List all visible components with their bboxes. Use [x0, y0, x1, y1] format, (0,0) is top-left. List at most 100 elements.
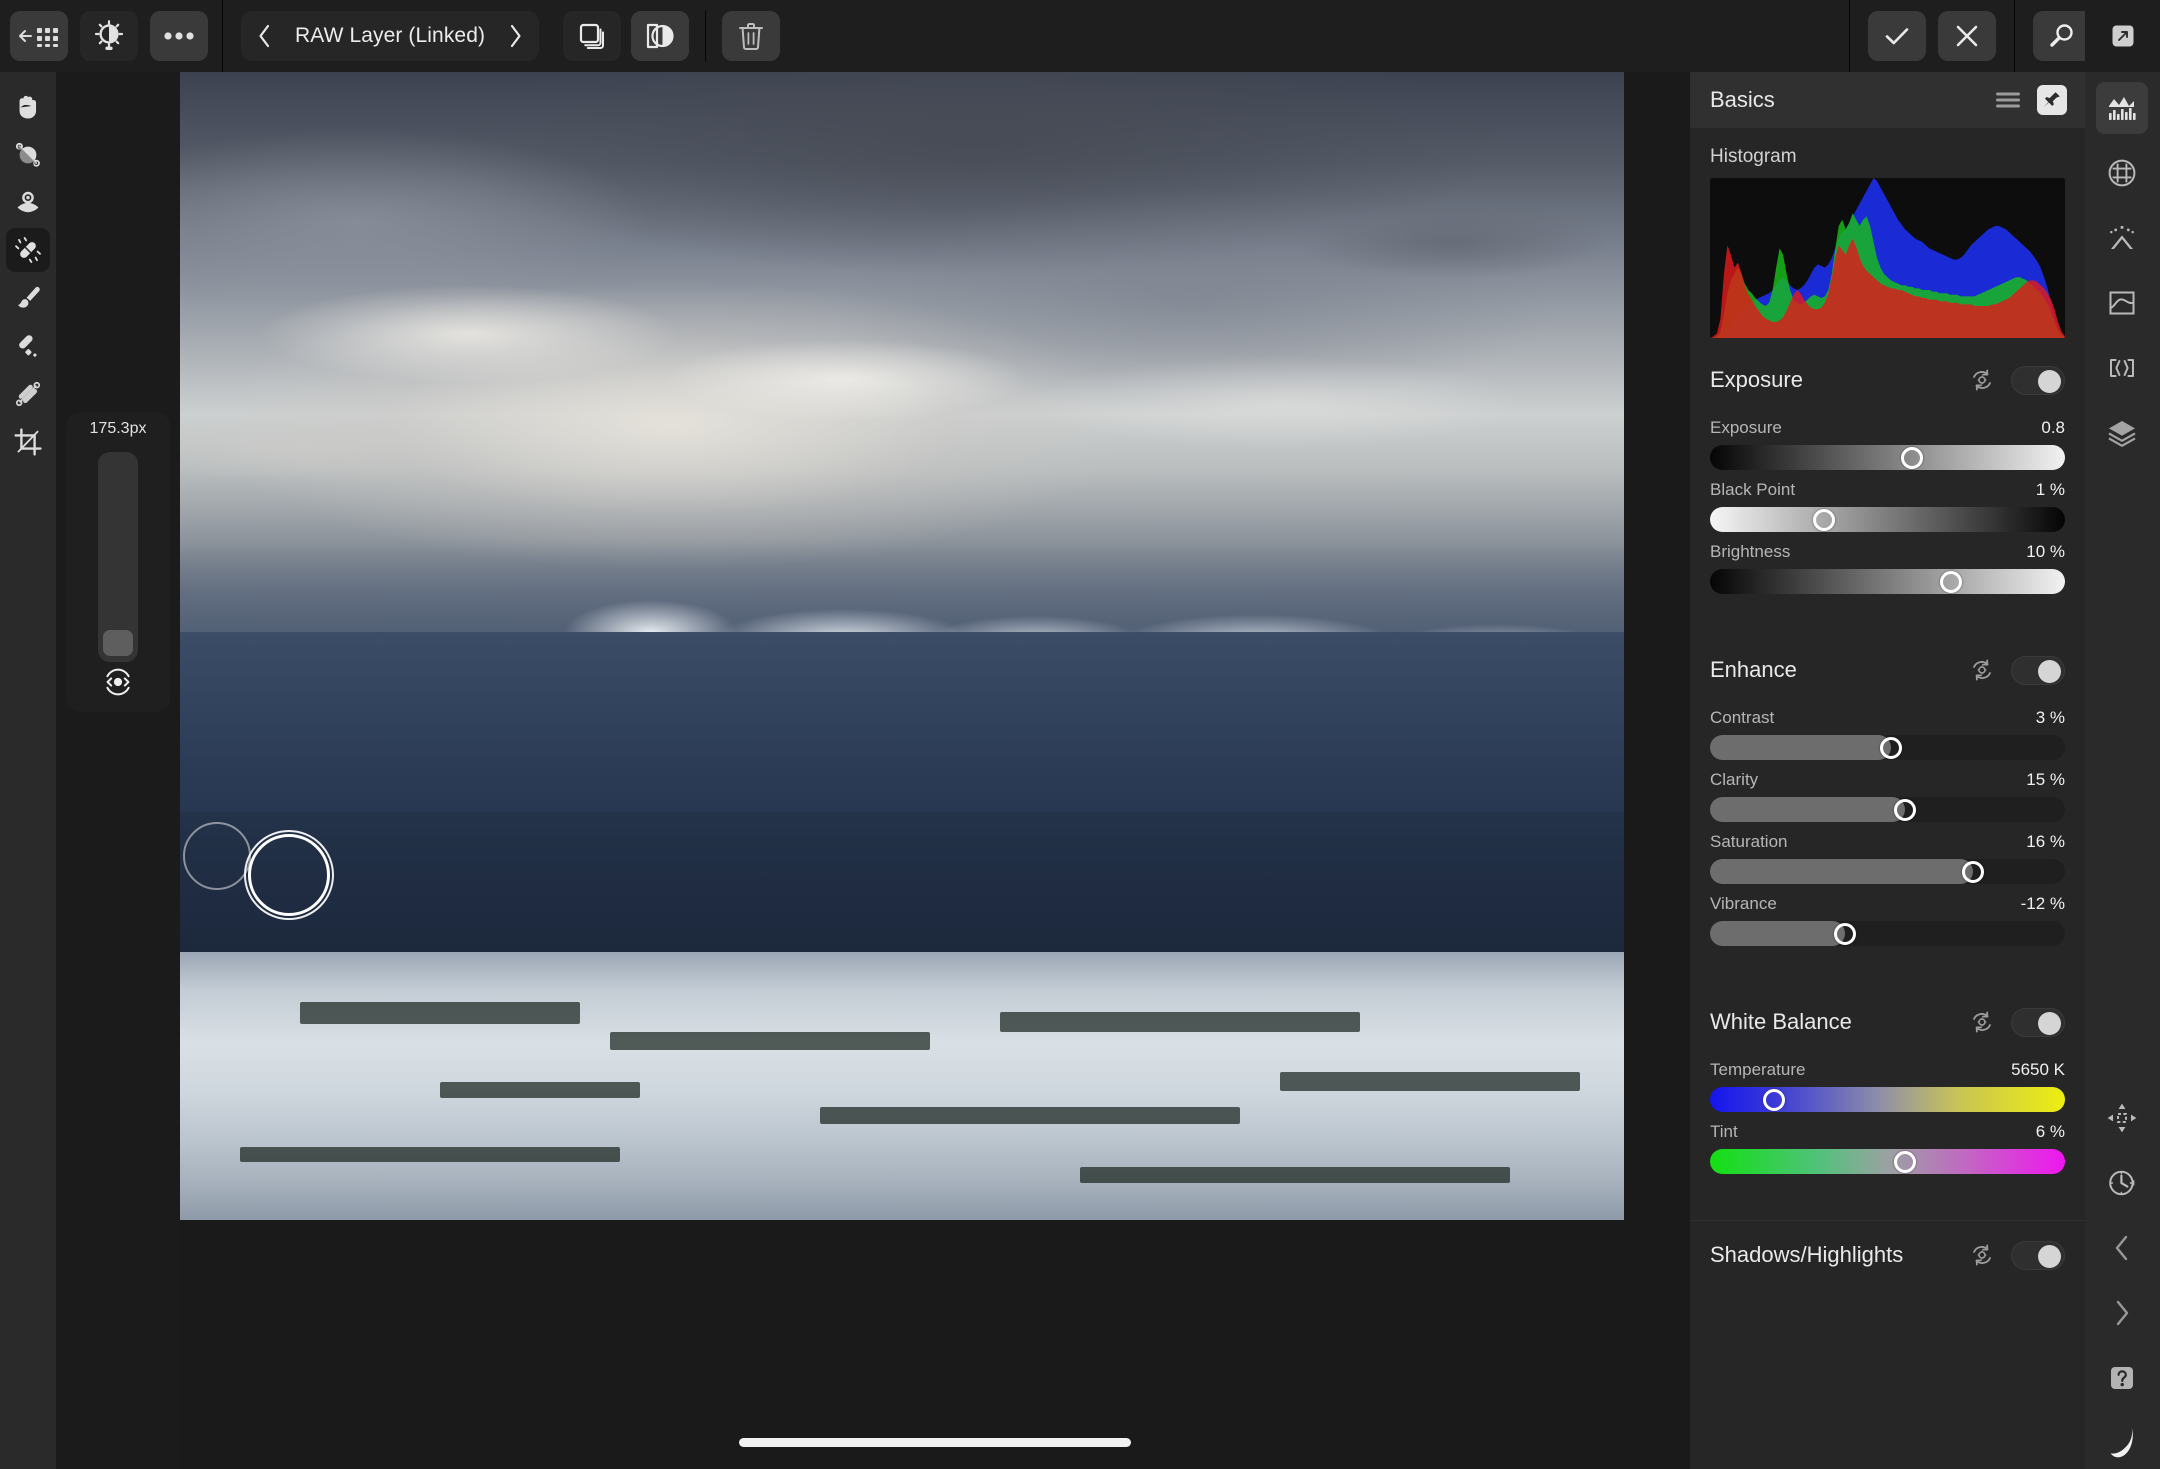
tool-overlay-paint[interactable] [6, 132, 50, 176]
cancel-button[interactable] [1938, 11, 1996, 61]
next-layer-button[interactable] [497, 13, 533, 59]
rail-item-histogram[interactable] [2096, 82, 2148, 134]
photo-image[interactable] [180, 72, 1624, 1220]
toggle-white-balance[interactable] [2011, 1007, 2065, 1037]
rail-item-history[interactable] [2096, 1157, 2148, 1209]
tool-crop[interactable] [6, 420, 50, 464]
tone-curve-icon [2109, 291, 2135, 315]
slider-vibrance-thumb[interactable] [1833, 922, 1856, 945]
slider-exposure-thumb[interactable] [1901, 446, 1924, 469]
rail-item-help[interactable] [2096, 1352, 2148, 1404]
slider-black-point-value: 1 % [2035, 480, 2065, 499]
tool-paint-brush[interactable] [6, 276, 50, 320]
layer-mask-button[interactable] [631, 11, 690, 61]
slider-temperature-label: Temperature [1710, 1060, 1806, 1079]
slider-clarity-label: Clarity [1710, 770, 1759, 789]
slider-temperature-thumb[interactable] [1762, 1088, 1785, 1111]
slider-temperature-track[interactable] [1710, 1087, 2065, 1112]
slider-contrast-value: 3 % [2035, 708, 2065, 727]
question-mark-icon [2111, 1367, 2133, 1389]
slider-saturation-thumb[interactable] [1961, 860, 1984, 883]
overlay-paint-icon [15, 142, 40, 167]
zoom-tool-button[interactable] [2033, 11, 2091, 61]
rail-item-tones[interactable] [2096, 277, 2148, 329]
slider-clarity: Clarity 15 % [1710, 770, 2065, 822]
section-shadows-highlights: Shadows/Highlights [1690, 1220, 2085, 1283]
slider-contrast-track[interactable] [1710, 735, 2065, 760]
slider-contrast-thumb[interactable] [1880, 736, 1903, 759]
chevron-right-icon [510, 24, 521, 48]
topbar-fullscreen-group [2085, 0, 2160, 72]
rail-item-undo[interactable] [2096, 1222, 2148, 1274]
ellipsis-icon [164, 32, 194, 40]
reset-shadows-highlights-button[interactable] [1969, 1242, 1995, 1268]
slider-black-point-track[interactable] [1710, 507, 2065, 532]
panel-menu-button[interactable] [1993, 85, 2023, 115]
toolbar-divider-2 [705, 10, 707, 62]
section-white-balance-title: White Balance [1710, 1009, 1852, 1034]
slider-exposure-value: 0.8 [2041, 418, 2065, 437]
section-exposure-title: Exposure [1710, 367, 1803, 392]
slider-vibrance-track[interactable] [1710, 921, 2065, 946]
rail-item-lens[interactable] [2096, 212, 2148, 264]
more-options-button[interactable] [150, 11, 208, 61]
slider-temperature-value: 5650 K [2011, 1060, 2065, 1079]
delete-layer-button[interactable] [722, 11, 781, 61]
slider-tint-thumb[interactable] [1894, 1150, 1917, 1173]
tool-blemish[interactable] [6, 228, 50, 272]
reset-enhance-button[interactable] [1969, 657, 1995, 683]
fullscreen-button[interactable] [2094, 11, 2152, 61]
tool-smudge[interactable] [6, 372, 50, 416]
apply-button[interactable] [1868, 11, 1926, 61]
slider-saturation-label: Saturation [1710, 832, 1788, 851]
rail-item-metadata[interactable] [2096, 342, 2148, 394]
duplicate-layers-icon [579, 23, 605, 49]
toggle-exposure[interactable] [2011, 365, 2065, 395]
brush-size-slider-handle[interactable] [103, 630, 133, 656]
patch-icon [19, 335, 37, 357]
slider-tint-track[interactable] [1710, 1149, 2065, 1174]
pin-panel-button[interactable] [2037, 85, 2067, 115]
section-shadows-highlights-title: Shadows/Highlights [1710, 1242, 1904, 1267]
tool-red-eye[interactable] [6, 180, 50, 224]
canvas-area[interactable] [180, 72, 1690, 1469]
lens-flare-icon [2110, 226, 2134, 249]
slider-black-point-thumb[interactable] [1812, 508, 1835, 531]
brush-size-panel: 175.3px [56, 72, 180, 1469]
tool-hand[interactable] [6, 84, 50, 128]
slider-clarity-thumb[interactable] [1894, 798, 1917, 821]
rail-item-layers[interactable] [2096, 407, 2148, 459]
toggle-shadows-highlights[interactable] [2011, 1240, 2065, 1270]
slider-saturation-track[interactable] [1710, 859, 2065, 884]
previous-layer-button[interactable] [247, 13, 283, 59]
section-enhance-header: Enhance [1710, 642, 2065, 698]
slider-brightness-value: 10 % [2026, 542, 2065, 561]
hand-icon [19, 95, 37, 119]
brush-size-slider[interactable] [98, 452, 138, 662]
rail-item-overlays[interactable] [2096, 147, 2148, 199]
slider-vibrance-value: -12 % [2020, 894, 2065, 913]
slider-brightness-track[interactable] [1710, 569, 2065, 594]
rail-item-redo[interactable] [2096, 1287, 2148, 1339]
reset-exposure-button[interactable] [1969, 367, 1995, 393]
pin-icon [2044, 92, 2060, 107]
slider-brightness-thumb[interactable] [1940, 570, 1963, 593]
slider-tint-label: Tint [1710, 1122, 1738, 1141]
topbar-confirm-group [1850, 0, 2014, 72]
tool-patch[interactable] [6, 324, 50, 368]
slider-exposure-track[interactable] [1710, 445, 2065, 470]
develop-persona-button[interactable] [80, 11, 138, 61]
rail-item-stylus[interactable] [2096, 1417, 2148, 1469]
rail-item-transform[interactable] [2096, 1092, 2148, 1144]
slider-vibrance: Vibrance -12 % [1710, 894, 2065, 946]
reset-icon [1973, 369, 1991, 391]
toggle-enhance[interactable] [2011, 655, 2065, 685]
duplicate-layer-button[interactable] [563, 11, 622, 61]
slider-clarity-track[interactable] [1710, 797, 2065, 822]
histogram-chart [1710, 178, 2065, 338]
back-to-gallery-button[interactable] [10, 11, 68, 61]
reset-white-balance-button[interactable] [1969, 1009, 1995, 1035]
chevron-left-icon [259, 24, 270, 48]
fullscreen-icon [2112, 25, 2133, 47]
brush-source-target-button[interactable] [100, 664, 136, 700]
